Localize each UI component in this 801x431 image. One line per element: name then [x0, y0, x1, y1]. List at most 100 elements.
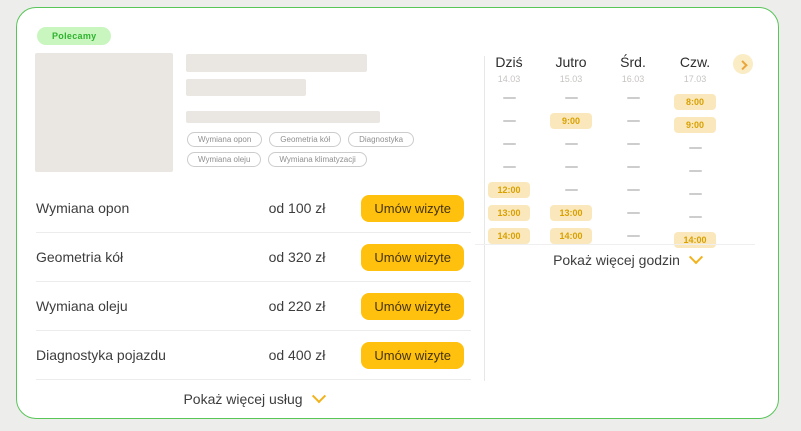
chevron-down-icon: [689, 250, 703, 264]
slot-cell: 13:00: [540, 201, 602, 224]
chevron-right-icon: [737, 60, 747, 70]
day-label: Dziś: [478, 54, 540, 70]
day-date: 16.03: [602, 74, 664, 84]
day-column-header: Czw. 17.03: [664, 54, 726, 84]
slot-row: [478, 155, 726, 178]
business-photo-placeholder: [35, 53, 173, 172]
slot-cell: 12:00: [478, 178, 540, 201]
service-name: Wymiana oleju: [36, 298, 269, 314]
book-visit-button[interactable]: Umów wizyte: [361, 293, 464, 320]
day-date: 17.03: [664, 74, 726, 84]
no-slot-indicator: [627, 235, 640, 237]
slot-cell: [664, 182, 726, 205]
service-row: Wymiana olejuod 220 zł Umów wizyte: [36, 282, 471, 331]
service-price: od 400 zł: [269, 347, 326, 363]
book-visit-button[interactable]: Umów wizyte: [361, 244, 464, 271]
no-slot-indicator: [565, 143, 578, 145]
slot-cell: 9:00: [664, 113, 726, 136]
slot-row: 12:00: [478, 178, 726, 201]
no-slot-indicator: [627, 189, 640, 191]
slot-cell: [602, 178, 664, 201]
show-more-services-label: Pokaż więcej usług: [183, 391, 302, 407]
slots-divider: [475, 244, 755, 245]
time-slots-grid: 8:00 9:00 9:00 12:00 13:00 13:00 14:00 14:00 14:…: [478, 86, 726, 247]
slot-cell: [540, 178, 602, 201]
slot-row: 9:00 9:00: [478, 109, 726, 132]
show-more-hours-button[interactable]: Pokaż więcej godzin: [497, 247, 757, 273]
no-slot-indicator: [503, 143, 516, 145]
slot-cell: [540, 155, 602, 178]
slot-cell: [478, 155, 540, 178]
skeleton-line: [186, 54, 367, 72]
show-more-hours-label: Pokaż więcej godzin: [553, 252, 680, 268]
next-days-button[interactable]: [733, 54, 753, 74]
service-tag-chip: Wymiana opon: [187, 132, 262, 147]
day-label: Jutro: [540, 54, 602, 70]
service-tag-chip: Wymiana oleju: [187, 152, 261, 167]
time-slot-button[interactable]: 14:00: [488, 228, 530, 244]
time-slot-button[interactable]: 8:00: [674, 94, 716, 110]
no-slot-indicator: [689, 216, 702, 218]
slot-cell: [664, 159, 726, 182]
no-slot-indicator: [503, 97, 516, 99]
day-date: 15.03: [540, 74, 602, 84]
slot-cell: [602, 86, 664, 109]
day-column-header: Jutro 15.03: [540, 54, 602, 84]
time-slot-button[interactable]: 13:00: [550, 205, 592, 221]
calendar-header: Dziś14.03Jutro 15.03Śrd. 16.03Czw. 17.03: [478, 54, 726, 84]
no-slot-indicator: [503, 120, 516, 122]
slot-cell: [602, 132, 664, 155]
chevron-down-icon: [311, 389, 325, 403]
slot-cell: 8:00: [664, 90, 726, 113]
slot-cell: [478, 86, 540, 109]
time-slot-button[interactable]: 9:00: [550, 113, 592, 129]
slot-cell: [664, 205, 726, 228]
no-slot-indicator: [565, 189, 578, 191]
time-slot-button[interactable]: 13:00: [488, 205, 530, 221]
book-visit-button[interactable]: Umów wizyte: [361, 195, 464, 222]
time-slot-button[interactable]: 9:00: [674, 117, 716, 133]
no-slot-indicator: [689, 193, 702, 195]
slot-cell: [540, 132, 602, 155]
service-card: Polecamy Wymiana opon Geometria kół Diagno…: [16, 7, 779, 419]
recommended-badge: Polecamy: [37, 27, 111, 45]
day-label: Śrd.: [602, 54, 664, 70]
slot-cell: [602, 201, 664, 224]
service-row: Diagnostyka pojazduod 400 zł Umów wizyte: [36, 331, 471, 380]
slot-cell: 13:00: [478, 201, 540, 224]
service-price: od 220 zł: [269, 298, 326, 314]
time-slot-button[interactable]: 14:00: [674, 232, 716, 248]
day-column-header: Śrd. 16.03: [602, 54, 664, 84]
slot-cell: [664, 136, 726, 159]
no-slot-indicator: [627, 212, 640, 214]
service-row: Geometria kółod 320 zł Umów wizyte: [36, 233, 471, 282]
no-slot-indicator: [503, 166, 516, 168]
slot-cell: [602, 155, 664, 178]
skeleton-line: [186, 111, 380, 123]
no-slot-indicator: [627, 143, 640, 145]
slot-cell: 9:00: [540, 109, 602, 132]
slot-row: 8:00: [478, 86, 726, 109]
service-price: od 320 zł: [269, 249, 326, 265]
no-slot-indicator: [565, 97, 578, 99]
slot-cell: [602, 109, 664, 132]
slot-cell: [478, 109, 540, 132]
slot-cell: [478, 132, 540, 155]
book-visit-button[interactable]: Umów wizyte: [361, 342, 464, 369]
service-name: Geometria kół: [36, 249, 269, 265]
slot-row: 13:00 13:00: [478, 201, 726, 224]
day-label: Czw.: [664, 54, 726, 70]
time-slot-button[interactable]: 14:00: [550, 228, 592, 244]
services-list: Wymiana oponod 100 złUmów wizyteGeometri…: [36, 184, 471, 415]
no-slot-indicator: [689, 170, 702, 172]
day-column-header: Dziś14.03: [478, 54, 540, 84]
slot-row: [478, 132, 726, 155]
time-slot-button[interactable]: 12:00: [488, 182, 530, 198]
skeleton-line: [186, 79, 306, 96]
service-name: Wymiana opon: [36, 200, 269, 216]
no-slot-indicator: [627, 97, 640, 99]
service-name: Diagnostyka pojazdu: [36, 347, 269, 363]
slot-cell: [540, 86, 602, 109]
show-more-services-button[interactable]: Pokaż więcej usług: [36, 383, 471, 415]
no-slot-indicator: [627, 166, 640, 168]
